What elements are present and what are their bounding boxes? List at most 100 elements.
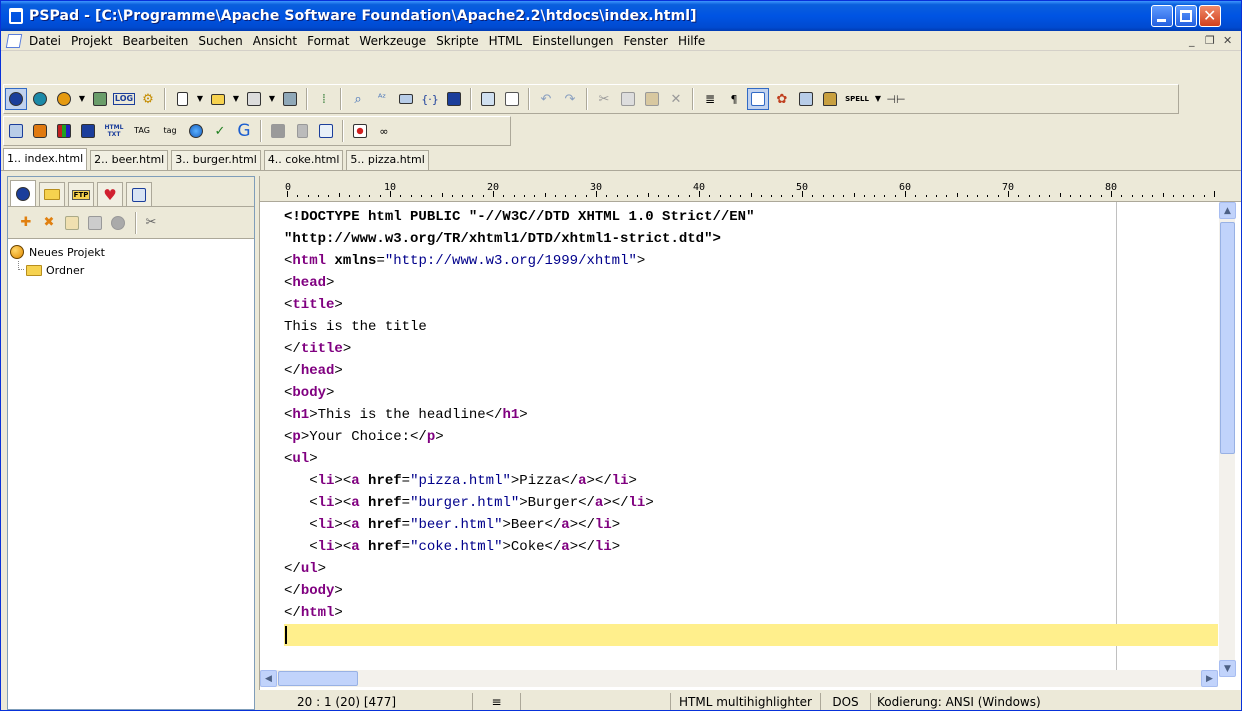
glasses-button[interactable]: ∞ xyxy=(373,120,395,142)
copy-button[interactable] xyxy=(617,88,639,110)
open-project-button[interactable] xyxy=(29,88,51,110)
dropdown-icon[interactable]: ▼ xyxy=(267,88,277,110)
menu-format[interactable]: Format xyxy=(302,31,354,51)
dropdown-icon[interactable]: ▼ xyxy=(195,88,205,110)
tag-lower-button[interactable]: tag xyxy=(157,120,183,142)
mdi-minimize-button[interactable]: _ xyxy=(1189,34,1195,47)
maximize-button[interactable] xyxy=(1175,5,1197,27)
open-file-button[interactable] xyxy=(207,88,229,110)
add-file-button[interactable]: ✚ xyxy=(16,213,36,233)
code-line[interactable]: <ul> xyxy=(284,448,1218,470)
menu-ansicht[interactable]: Ansicht xyxy=(248,31,302,51)
spelling-button[interactable] xyxy=(395,88,417,110)
project-close-button[interactable] xyxy=(89,88,111,110)
menu-fenster[interactable]: Fenster xyxy=(618,31,673,51)
mdi-close-button[interactable]: ✕ xyxy=(1223,34,1232,47)
horizontal-scrollbar[interactable]: ◀ ▶ xyxy=(260,670,1218,687)
menu-datei[interactable]: Datei xyxy=(24,31,66,51)
record-button[interactable] xyxy=(349,120,371,142)
code-line[interactable]: <body> xyxy=(284,382,1218,404)
menu-suchen[interactable]: Suchen xyxy=(193,31,247,51)
find-replace-button[interactable]: ᴬᶻ xyxy=(371,88,393,110)
menu-hilfe[interactable]: Hilfe xyxy=(673,31,710,51)
preview-button[interactable] xyxy=(477,88,499,110)
highlighter-status[interactable]: HTML multihighlighter xyxy=(671,693,821,710)
code-area[interactable]: <!DOCTYPE html PUBLIC "-//W3C//DTD XHTML… xyxy=(284,206,1218,676)
dropdown-icon[interactable]: ▼ xyxy=(873,88,883,110)
tab-files[interactable] xyxy=(39,182,65,206)
insert-table-button[interactable] xyxy=(5,120,27,142)
tab-pizza-html[interactable]: 5.. pizza.html xyxy=(346,150,429,170)
save-all-button[interactable] xyxy=(279,88,301,110)
save-button[interactable] xyxy=(243,88,265,110)
tree-node-folder[interactable]: Ordner xyxy=(10,261,252,279)
color-grid-button[interactable] xyxy=(53,120,75,142)
tab-index-html[interactable]: 1.. index.html xyxy=(3,148,88,170)
code-line[interactable]: <li><a href="coke.html">Coke</a></li> xyxy=(284,536,1218,558)
pin-button[interactable]: ⊣⊢ xyxy=(885,88,907,110)
vertical-scrollbar[interactable]: ▲ ▼ xyxy=(1218,202,1236,677)
add-files-button[interactable] xyxy=(62,213,82,233)
split-button[interactable] xyxy=(795,88,817,110)
menu-skripte[interactable]: Skripte xyxy=(431,31,484,51)
code-line[interactable]: <h1>This is the headline</h1> xyxy=(284,404,1218,426)
code-line[interactable]: <head> xyxy=(284,272,1218,294)
toggle-button[interactable]: ⁞ xyxy=(313,88,335,110)
code-line[interactable]: </body> xyxy=(284,580,1218,602)
code-line[interactable]: <html xmlns="http://www.w3.org/1999/xhtm… xyxy=(284,250,1218,272)
redo-button[interactable]: ↷ xyxy=(559,88,581,110)
delete-button[interactable]: ✕ xyxy=(665,88,687,110)
scroll-down-button[interactable]: ▼ xyxy=(1219,660,1236,677)
settings-button[interactable]: ⚙ xyxy=(137,88,159,110)
scroll-up-button[interactable]: ▲ xyxy=(1219,202,1236,219)
colors-button[interactable]: ✿ xyxy=(771,88,793,110)
log-button[interactable]: LOG xyxy=(112,88,136,110)
code-line[interactable]: </title> xyxy=(284,338,1218,360)
minimize-button[interactable] xyxy=(1151,5,1173,27)
code-line[interactable]: </ul> xyxy=(284,558,1218,580)
menu-projekt[interactable]: Projekt xyxy=(66,31,117,51)
menu-werkzeuge[interactable]: Werkzeuge xyxy=(354,31,431,51)
columns-button[interactable] xyxy=(443,88,465,110)
tab-project[interactable] xyxy=(10,180,36,206)
scroll-right-button[interactable]: ▶ xyxy=(1201,670,1218,687)
code-line[interactable]: <p>Your Choice:</p> xyxy=(284,426,1218,448)
tab-coke-html[interactable]: 4.. coke.html xyxy=(263,150,344,170)
code-editor[interactable]: 0 10 20 30 40 50 60 70 80 <!DOCTYPE html PUBLIC … xyxy=(259,176,1241,690)
code-line[interactable]: This is the title xyxy=(284,316,1218,338)
print-button[interactable] xyxy=(501,88,523,110)
code-line[interactable]: <title> xyxy=(284,294,1218,316)
tab-beer-html[interactable]: 2.. beer.html xyxy=(90,150,169,170)
close-button[interactable]: ✕ xyxy=(1199,5,1221,27)
wrap-indicator[interactable]: ≡ xyxy=(473,693,521,710)
line-ending-status[interactable]: DOS xyxy=(821,693,871,710)
lock-button[interactable] xyxy=(819,88,841,110)
title-bar[interactable]: PSPad - [C:\Programme\Apache Software Fo… xyxy=(1,1,1241,31)
tab-favorites[interactable]: ♥ xyxy=(97,182,123,206)
save-project-button[interactable] xyxy=(53,88,75,110)
code-line[interactable]: </head> xyxy=(284,360,1218,382)
tab-clips[interactable] xyxy=(126,182,152,206)
encoding-status[interactable]: Kodierung: ANSI (Windows) xyxy=(871,693,1071,710)
block-button[interactable] xyxy=(267,120,289,142)
dropdown-icon[interactable]: ▼ xyxy=(231,88,241,110)
tab-ftp[interactable]: FTP xyxy=(68,182,94,206)
code-line[interactable] xyxy=(284,624,1218,646)
properties-button[interactable] xyxy=(108,213,128,233)
tree-node-project[interactable]: Neues Projekt xyxy=(10,243,252,261)
code-line[interactable]: <li><a href="beer.html">Beer</a></li> xyxy=(284,514,1218,536)
spell-button[interactable]: SPELL xyxy=(843,88,871,110)
page-button[interactable] xyxy=(291,120,313,142)
code-line[interactable]: </html> xyxy=(284,602,1218,624)
dropdown-icon[interactable]: ▼ xyxy=(77,88,87,110)
mdi-restore-button[interactable]: ❐ xyxy=(1205,34,1215,47)
code-line[interactable]: <!DOCTYPE html PUBLIC "-//W3C//DTD XHTML… xyxy=(284,206,1218,228)
code-line[interactable]: <li><a href="burger.html">Burger</a></li… xyxy=(284,492,1218,514)
word-wrap-button[interactable]: ≣ xyxy=(699,88,721,110)
tag-upper-button[interactable]: TAG xyxy=(129,120,155,142)
tools-button[interactable]: ✂ xyxy=(141,213,161,233)
web-button[interactable] xyxy=(185,120,207,142)
code-line[interactable]: "http://www.w3.org/TR/xhtml1/DTD/xhtml1-… xyxy=(284,228,1218,250)
add-folder-button[interactable]: ✖ xyxy=(39,213,59,233)
pilcrow-button[interactable]: ¶ xyxy=(723,88,745,110)
